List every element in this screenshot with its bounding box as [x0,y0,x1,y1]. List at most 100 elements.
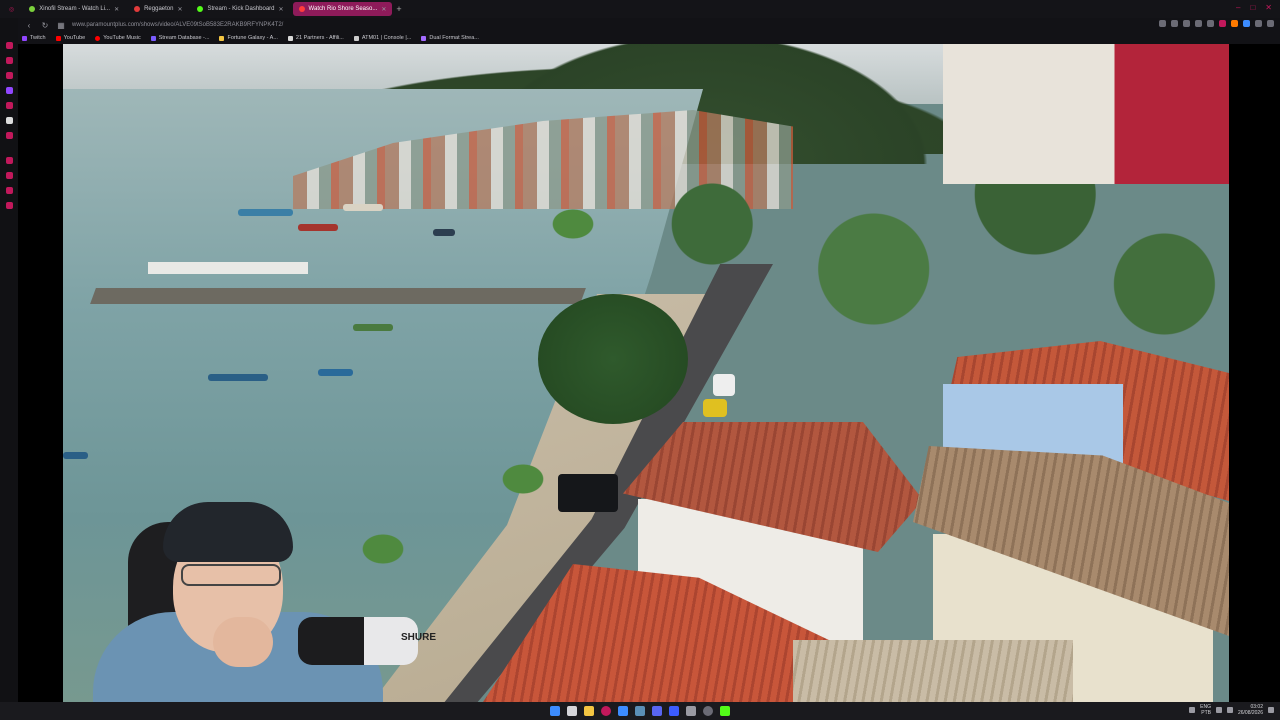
bookmark-dual-format[interactable]: Dual Format Strea... [421,35,479,41]
ai-icon[interactable] [1267,20,1274,27]
extension-icon[interactable] [1243,20,1250,27]
sidebar-icon[interactable] [5,57,13,64]
bookmark-youtube-music[interactable]: YouTube Music [95,35,141,41]
webcam-streamer-hair [163,502,293,562]
tab-label: Watch Rio Shore Seaso... [308,6,378,12]
partners-icon [287,35,293,41]
tab-label: Reggaeton [144,6,174,12]
language-indicator[interactable]: ENG PTB [1200,704,1211,716]
video-boat [238,209,293,216]
bookmark-label: Fortune Galaxy - A... [227,35,278,41]
app-icon[interactable] [618,706,628,716]
kick-icon[interactable] [720,706,730,716]
tab-close-icon[interactable]: ✕ [177,6,182,13]
extension-icons [1159,20,1274,27]
file-explorer-icon[interactable] [584,706,594,716]
tab-label: Xinofil Stream - Watch Li... [39,6,111,12]
console-icon [353,35,359,41]
system-tray: ENG PTB 03:02 26/08/2026 [1189,704,1274,716]
browser-menu-icon[interactable]: ◎ [3,2,20,16]
obs-icon[interactable] [703,706,713,716]
opera-gx-icon[interactable] [601,706,611,716]
tab-favicon-icon [29,6,36,12]
bookmark-21-partners[interactable]: 21 Partners - Affili... [287,35,344,41]
tab-label: Stream - Kick Dashboard [207,6,275,12]
bookmark-youtube[interactable]: YouTube [55,35,85,41]
bookmark-fortune-galaxy[interactable]: Fortune Galaxy - A... [219,35,278,41]
close-window-button[interactable]: ✕ [1265,3,1272,12]
windows-start-icon[interactable] [550,706,560,716]
settings-icon[interactable] [5,202,13,209]
volume-icon[interactable] [1226,707,1233,713]
address-bar-row: ‹ ↻ ▦ www.paramountplus.com/shows/video/… [18,18,1280,32]
video-boat [298,224,338,231]
video-car [558,474,618,512]
extension-icon[interactable] [1231,20,1238,27]
reload-icon[interactable]: ↻ [40,21,50,30]
search-icon[interactable] [567,706,577,716]
microphone [298,617,418,665]
new-tab-button[interactable]: + [396,4,401,14]
url-field[interactable]: www.paramountplus.com/shows/video/ALVE09… [72,22,283,28]
video-pier-canopy [148,262,308,274]
maximize-button[interactable]: □ [1250,3,1255,12]
clock[interactable]: 03:02 26/08/2026 [1238,704,1263,716]
page-viewport: SHURE [18,44,1280,702]
steam-icon[interactable] [635,706,645,716]
profile-icon[interactable] [1255,20,1262,27]
tab-kick-dashboard[interactable]: Stream - Kick Dashboard ✕ [191,2,289,16]
settings-icon[interactable] [686,706,696,716]
sidebar-icon[interactable] [5,102,13,109]
sidebar-icon[interactable] [5,157,13,164]
extension-icon[interactable] [1183,20,1190,27]
sidebar-icon[interactable] [5,132,13,139]
extension-icon[interactable] [1195,20,1202,27]
galaxy-icon [219,35,225,41]
language-bottom: PTB [1201,710,1211,716]
chevron-up-icon[interactable] [1189,707,1196,713]
tab-rio-shore[interactable]: Watch Rio Shore Seaso... ✕ [292,2,393,16]
video-boat [318,369,353,376]
discord-icon[interactable] [652,706,662,716]
tab-reggaeton[interactable]: Reggaeton ✕ [128,2,188,16]
extension-icon[interactable] [1171,20,1178,27]
bookmark-label: Dual Format Strea... [429,35,479,41]
tab-close-icon[interactable]: ✕ [114,6,119,13]
sidebar-icon[interactable] [5,72,13,79]
minimize-button[interactable]: – [1236,3,1240,12]
app-icon[interactable] [669,706,679,716]
video-roof [793,640,1073,702]
back-arrow-icon[interactable]: ‹ [24,21,34,30]
network-icon[interactable] [1215,707,1222,713]
extension-icon[interactable] [1159,20,1166,27]
tab-grid-icon[interactable]: ▦ [56,21,66,30]
video-hotel-building [943,44,1229,184]
video-boat [208,374,268,381]
sidebar-icon[interactable] [5,187,13,194]
microphone-brand: SHURE [401,632,437,643]
x-icon[interactable] [5,117,13,124]
video-pier [90,288,586,304]
sidebar-icon[interactable] [5,172,13,179]
window-controls: – □ ✕ [1236,3,1272,12]
tab-close-icon[interactable]: ✕ [279,6,284,13]
tab-xinofil-stream[interactable]: Xinofil Stream - Watch Li... ✕ [23,2,125,16]
video-boat [353,324,393,331]
webcam-hand [213,617,273,667]
bookmark-twitch[interactable]: Twitch [22,35,46,41]
sidebar-icon[interactable] [5,42,13,49]
video-car [703,399,727,417]
youtube-icon [55,35,61,41]
clock-date: 26/08/2026 [1237,710,1263,716]
twitch-icon[interactable] [5,87,13,94]
bookmark-stream-database[interactable]: Stream Database -... [150,35,209,41]
browser-tab-bar: ◎ Xinofil Stream - Watch Li... ✕ Reggaet… [0,0,1280,18]
heart-icon[interactable] [1219,20,1226,27]
extension-icon[interactable] [1207,20,1214,27]
webcam-glasses [181,564,281,586]
bookmark-atm01-console[interactable]: ATM01 | Console |... [353,35,411,41]
tab-close-icon[interactable]: ✕ [381,6,386,13]
bookmark-label: YouTube Music [103,35,141,41]
notification-icon[interactable] [1268,707,1274,713]
tab-favicon-icon [197,6,204,12]
